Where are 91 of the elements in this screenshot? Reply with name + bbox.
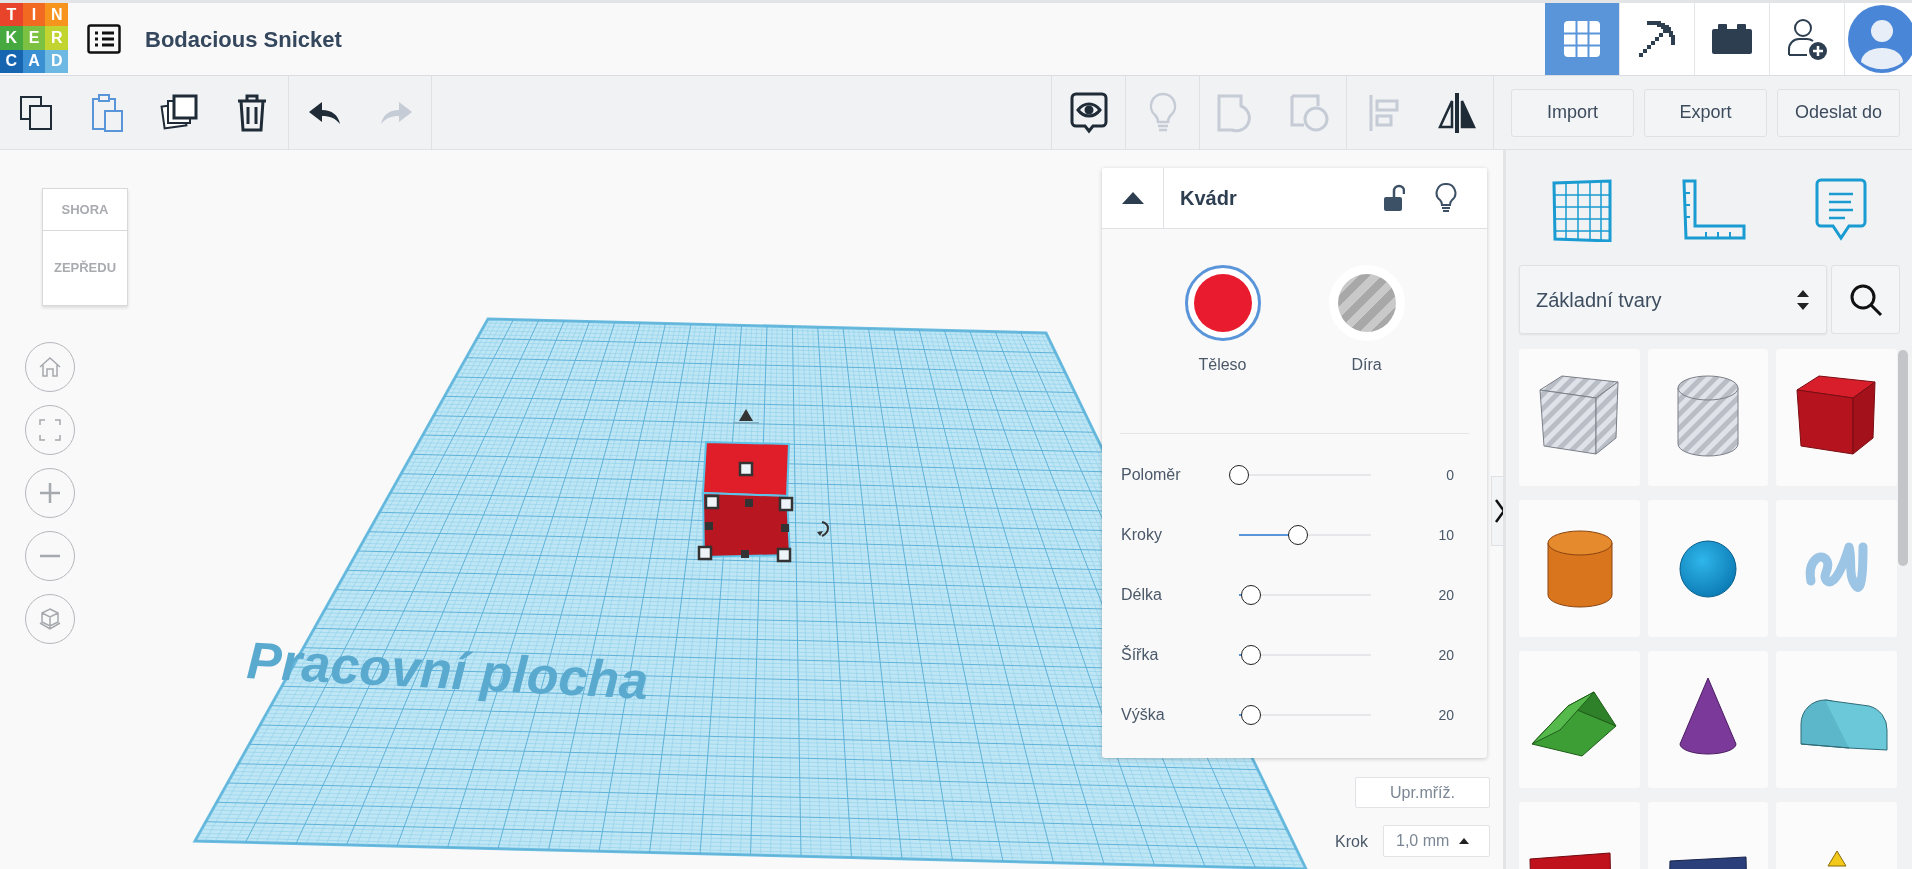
- minus-icon: [38, 554, 62, 558]
- cylinder-hole-shape-tile[interactable]: [1648, 349, 1768, 486]
- fit-view-icon: [38, 418, 62, 442]
- logo-letter: C: [0, 49, 23, 73]
- snap-step-label: Krok: [1335, 832, 1368, 852]
- undo-arrow-icon: [307, 100, 342, 125]
- shape-name: Kvádr: [1180, 186, 1237, 211]
- sphere-shape-tile[interactable]: [1648, 500, 1768, 637]
- plus-icon: [38, 481, 62, 505]
- search-icon: [1848, 282, 1883, 317]
- home-view-button[interactable]: [25, 342, 75, 392]
- pyramid-drawing: [1827, 850, 1846, 866]
- note-icon[interactable]: [1815, 177, 1868, 242]
- mode-label: Těleso: [1198, 355, 1247, 375]
- invite-user-button[interactable]: [1770, 3, 1845, 75]
- sort-arrows-icon: [1796, 288, 1810, 311]
- cube-top-face-label: SHORA: [43, 189, 127, 231]
- scrollbar-thumb[interactable]: [1898, 350, 1908, 566]
- parameter-value[interactable]: 20: [1381, 644, 1454, 666]
- parameter-value[interactable]: 20: [1381, 704, 1454, 726]
- trash-icon: [236, 92, 268, 133]
- slider-thumb[interactable]: [1240, 585, 1261, 605]
- caret-up-icon: [1120, 191, 1145, 205]
- box-hole-shape-tile[interactable]: [1519, 349, 1640, 486]
- chevron-right-icon: [1495, 499, 1503, 523]
- grid-icon: [1563, 20, 1601, 58]
- open-padlock-icon[interactable]: [1383, 184, 1405, 212]
- clipboard-icon: [91, 92, 125, 133]
- pickaxe-view-tab[interactable]: [1620, 3, 1695, 75]
- logo-letter: I: [22, 3, 46, 27]
- logo-letter: E: [22, 26, 46, 50]
- selected-box-drawing[interactable]: [697, 409, 829, 563]
- ruler-icon[interactable]: [1682, 178, 1746, 241]
- toolbar-text-button[interactable]: Odeslat do: [1777, 88, 1900, 137]
- logo-letter: R: [45, 26, 68, 50]
- cube-front-face-label: ZEPŘEDU: [52, 259, 118, 278]
- project-title[interactable]: Bodacious Snicket: [145, 22, 342, 56]
- copy-icon: [19, 94, 53, 131]
- parameter-label: Šířka: [1121, 644, 1160, 665]
- parameter-label: Poloměr: [1121, 465, 1182, 485]
- logo-letter: T: [0, 3, 23, 27]
- toolbar-text-button[interactable]: Import: [1511, 88, 1634, 137]
- grid-plane-icon[interactable]: [1550, 177, 1613, 242]
- user-avatar-button[interactable]: [1845, 3, 1912, 75]
- cylinder-shape-tile[interactable]: [1519, 500, 1640, 637]
- avatar-icon: [1847, 4, 1912, 74]
- home-icon: [38, 355, 62, 379]
- snap-step-dropdown[interactable]: 1,0 mm: [1383, 825, 1490, 857]
- parameter-label: Délka: [1121, 585, 1163, 605]
- logo[interactable]: T I N K E R C A D: [0, 3, 68, 73]
- roof-shape-tile[interactable]: [1519, 651, 1640, 788]
- cone-shape-tile[interactable]: [1648, 651, 1768, 788]
- bricks-view-tab[interactable]: [1695, 3, 1770, 75]
- slider-thumb[interactable]: [1240, 705, 1261, 725]
- parameter-value[interactable]: 10: [1381, 524, 1454, 546]
- brick-icon: [1712, 24, 1752, 54]
- shape-category-select[interactable]: Základní tvary: [1519, 265, 1827, 334]
- mode-label: Díra: [1351, 355, 1382, 375]
- slider-thumb[interactable]: [1229, 465, 1249, 485]
- align-icon: [1367, 92, 1400, 133]
- parameter-value[interactable]: 20: [1381, 584, 1454, 606]
- lightbulb-icon[interactable]: [1435, 183, 1457, 213]
- zoom-in-view-button[interactable]: [25, 468, 75, 518]
- search-button[interactable]: [1831, 265, 1900, 334]
- expand-panel-tab[interactable]: [1491, 476, 1503, 546]
- box-shape-tile[interactable]: [1776, 349, 1897, 486]
- parameter-label: Kroky: [1121, 525, 1163, 545]
- edit-grid-button[interactable]: Upr.mříž.: [1355, 777, 1490, 808]
- zoom-out-view-button[interactable]: [25, 531, 75, 581]
- parameter-value[interactable]: 0: [1381, 464, 1454, 486]
- logo-letter: K: [0, 26, 23, 50]
- perspective-view-button[interactable]: [25, 594, 75, 644]
- round-roof-shape-tile[interactable]: [1776, 651, 1897, 788]
- mirror-icon: [1436, 90, 1477, 135]
- slider-thumb[interactable]: [1288, 525, 1309, 545]
- sphere-drawing: [1679, 540, 1737, 597]
- workplane-label: Pracovní plocha: [245, 631, 650, 710]
- slider-thumb[interactable]: [1240, 645, 1261, 665]
- caret-up-icon: [1459, 838, 1470, 844]
- add-user-icon: [1786, 17, 1828, 61]
- logo-letter: D: [45, 49, 68, 73]
- cube-icon: [38, 607, 62, 631]
- eye-bubble-icon: [1069, 91, 1108, 134]
- list-icon: [87, 24, 121, 54]
- parameter-label: Výška: [1121, 705, 1166, 725]
- toolbar-text-button[interactable]: Export: [1644, 88, 1767, 137]
- scribble-shape-tile[interactable]: [1776, 500, 1897, 637]
- logo-letter: N: [45, 3, 68, 27]
- subtract-shapes-icon: [1288, 92, 1331, 133]
- scribble-drawing: [1805, 542, 1867, 592]
- lightbulb-icon: [1147, 91, 1178, 134]
